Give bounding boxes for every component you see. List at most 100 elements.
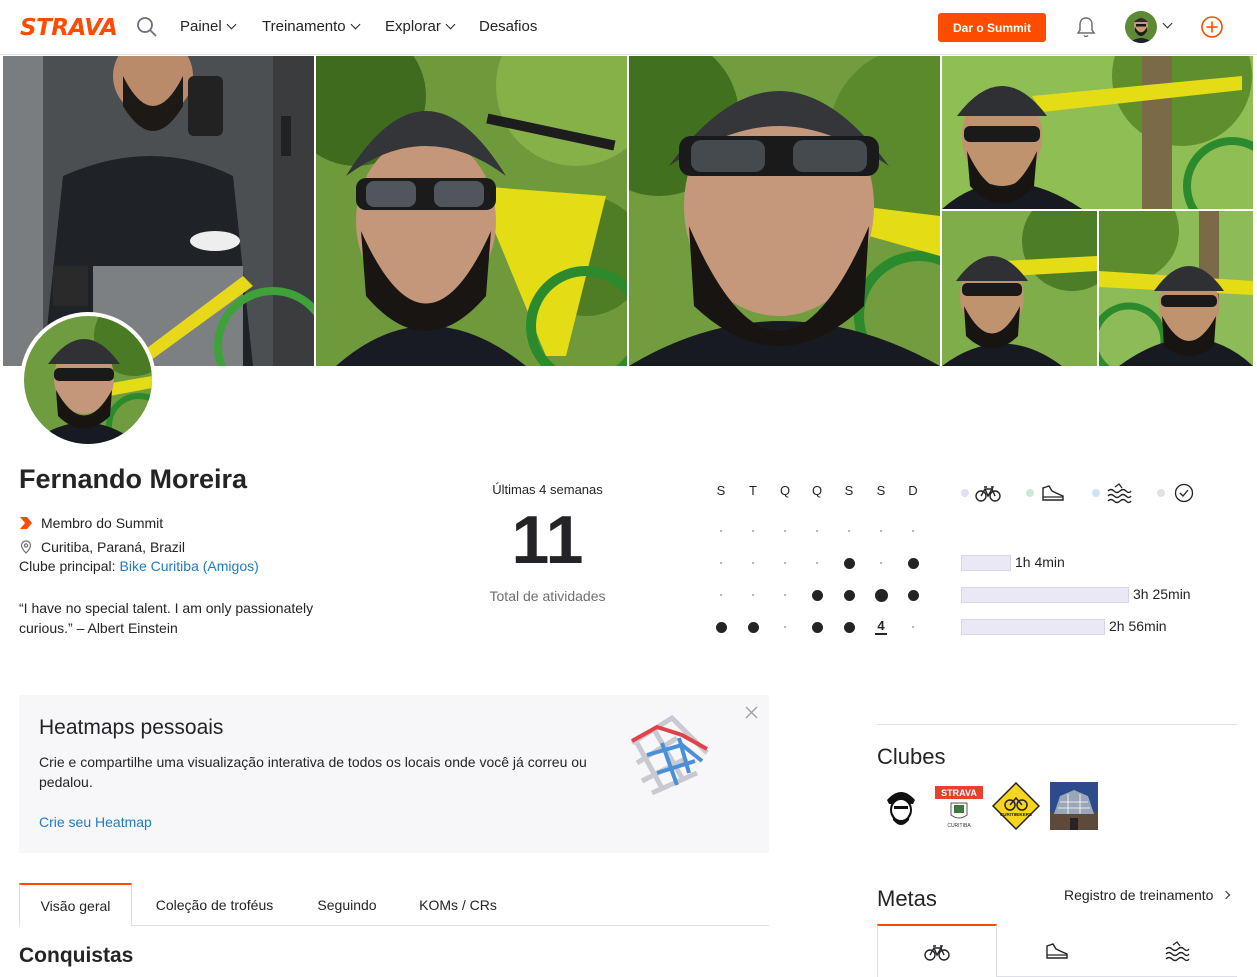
empty-day-dot — [784, 530, 786, 532]
empty-day-dot — [784, 626, 786, 628]
membership-line: Membro do Summit — [19, 515, 163, 531]
bike-icon[interactable] — [975, 482, 1001, 504]
nav-desafios-label: Desafios — [479, 18, 538, 35]
activity-day-dot[interactable] — [811, 621, 823, 633]
nav-treinamento-label: Treinamento — [262, 18, 346, 35]
club-logo-strava-text: STRAVA — [941, 788, 977, 798]
nav-desafios[interactable]: Desafios — [479, 18, 537, 35]
run-shoe-icon — [1046, 942, 1068, 959]
weekday-letter: T — [749, 483, 757, 498]
tab-overview[interactable]: Visão geral — [19, 883, 132, 927]
athlete-name: Fernando Moreira — [19, 464, 248, 494]
club-logo-strava-curitiba[interactable]: STRAVA CURITIBA — [935, 782, 983, 830]
run-shoe-icon[interactable] — [1040, 482, 1066, 504]
empty-day-dot — [720, 594, 722, 596]
club-logo-curitibikers[interactable]: CURITIBIKERS — [992, 782, 1040, 830]
nav-explorar-label: Explorar — [385, 18, 441, 35]
summit-button[interactable]: Dar o Summit — [938, 13, 1046, 42]
goal-tab-swim[interactable] — [1117, 924, 1237, 977]
club-logo-city-text: CURITIBA — [947, 823, 971, 829]
weekday-letter: S — [876, 483, 886, 498]
membership-label: Membro do Summit — [41, 515, 164, 531]
club-line: Clube principal: Bike Curitiba (Amigos) — [19, 558, 259, 574]
club-label: Clube principal: — [19, 558, 116, 574]
user-avatar[interactable] — [1125, 11, 1157, 43]
heatmap-promo-card: Heatmaps pessoais Crie e compartilhe uma… — [19, 695, 769, 853]
empty-day-dot — [816, 562, 818, 564]
chevron-down-icon[interactable] — [1162, 18, 1173, 29]
activity-day-dot[interactable] — [907, 557, 919, 569]
empty-day-dot — [848, 530, 850, 532]
tab-trophies[interactable]: Coleção de troféus — [137, 883, 292, 926]
sport-dot-run — [1026, 489, 1034, 497]
empty-day-dot — [880, 562, 882, 564]
nav-painel[interactable]: Painel — [180, 18, 237, 35]
cover-photo-3[interactable] — [629, 56, 940, 366]
club-logo-4[interactable] — [1050, 782, 1098, 830]
cover-photo-2[interactable] — [316, 56, 627, 366]
cover-photo-4[interactable] — [942, 56, 1253, 209]
club-logo-curitibikers-text: CURITIBIKERS — [1000, 812, 1032, 817]
bike-icon — [924, 944, 950, 961]
nav-painel-label: Painel — [180, 18, 222, 35]
weekday-letter: D — [908, 483, 918, 498]
activity-day-dot[interactable] — [843, 589, 855, 601]
nav-treinamento[interactable]: Treinamento — [262, 18, 361, 35]
goal-tab-run[interactable] — [997, 924, 1117, 977]
activity-day-dot[interactable] — [747, 621, 759, 633]
add-activity-icon[interactable] — [1200, 15, 1224, 39]
goal-sport-tabs — [877, 924, 1237, 977]
heatmap-title: Heatmaps pessoais — [39, 716, 224, 739]
summit-chevron-icon — [20, 517, 32, 529]
profile-avatar[interactable] — [20, 312, 156, 448]
primary-club-link[interactable]: Bike Curitiba (Amigos) — [120, 558, 259, 574]
today-marker: 4 — [875, 618, 887, 635]
tab-following[interactable]: Seguindo — [304, 883, 390, 926]
profile-tabs: Visão geral Coleção de troféus Seguindo … — [19, 883, 769, 927]
club-logo-1[interactable] — [877, 782, 925, 830]
strava-logo[interactable]: STRAVA — [20, 15, 118, 41]
cover-photo-1[interactable] — [3, 56, 314, 366]
activity-total: 11 — [511, 502, 584, 578]
cover-photo-6[interactable] — [1099, 211, 1253, 366]
activity-day-dot[interactable] — [811, 589, 823, 601]
chevron-down-icon — [226, 19, 237, 30]
swim-icon[interactable] — [1106, 482, 1132, 504]
location-pin-icon — [20, 540, 32, 554]
activity-day-dot[interactable] — [907, 589, 919, 601]
empty-day-dot — [720, 530, 722, 532]
weekday-letter: Q — [811, 483, 823, 498]
chevron-down-icon — [445, 19, 456, 30]
bell-icon[interactable] — [1075, 15, 1097, 39]
search-icon[interactable] — [136, 16, 158, 38]
empty-day-dot — [752, 562, 754, 564]
empty-day-dot — [912, 626, 914, 628]
activity-total-label: Total de atividades — [489, 588, 606, 604]
activity-day-dot[interactable] — [843, 557, 855, 569]
activity-day-dot[interactable] — [843, 621, 855, 633]
check-circle-icon[interactable] — [1171, 482, 1197, 504]
heatmap-description: Crie e compartilhe uma visualização inte… — [39, 754, 587, 790]
close-icon[interactable] — [745, 706, 758, 719]
stats-period-label: Últimas 4 semanas — [492, 482, 603, 497]
sport-dot-swim — [1092, 489, 1100, 497]
sport-dot-ride — [961, 489, 969, 497]
create-heatmap-link[interactable]: Crie seu Heatmap — [39, 814, 152, 830]
tab-koms[interactable]: KOMs / CRs — [407, 883, 509, 926]
weekday-letter: S — [844, 483, 854, 498]
empty-day-dot — [816, 530, 818, 532]
swim-icon — [1165, 940, 1190, 961]
goal-tab-ride[interactable] — [877, 924, 997, 977]
goals-heading: Metas — [877, 886, 937, 911]
achievements-heading: Conquistas — [19, 944, 134, 967]
empty-day-dot — [752, 530, 754, 532]
cover-photo-5[interactable] — [942, 211, 1097, 366]
nav-explorar[interactable]: Explorar — [385, 18, 456, 35]
heatmap-illustration-icon — [630, 714, 709, 796]
profile-quote: “I have no special talent. I am only pas… — [19, 600, 314, 636]
weekly-time-label: 2h 56min — [1109, 618, 1167, 634]
weekday-letter: Q — [779, 483, 791, 498]
activity-day-dot[interactable] — [715, 621, 727, 633]
activity-day-dot[interactable] — [874, 588, 888, 602]
training-log-link[interactable]: Registro de treinamento — [1064, 887, 1231, 903]
